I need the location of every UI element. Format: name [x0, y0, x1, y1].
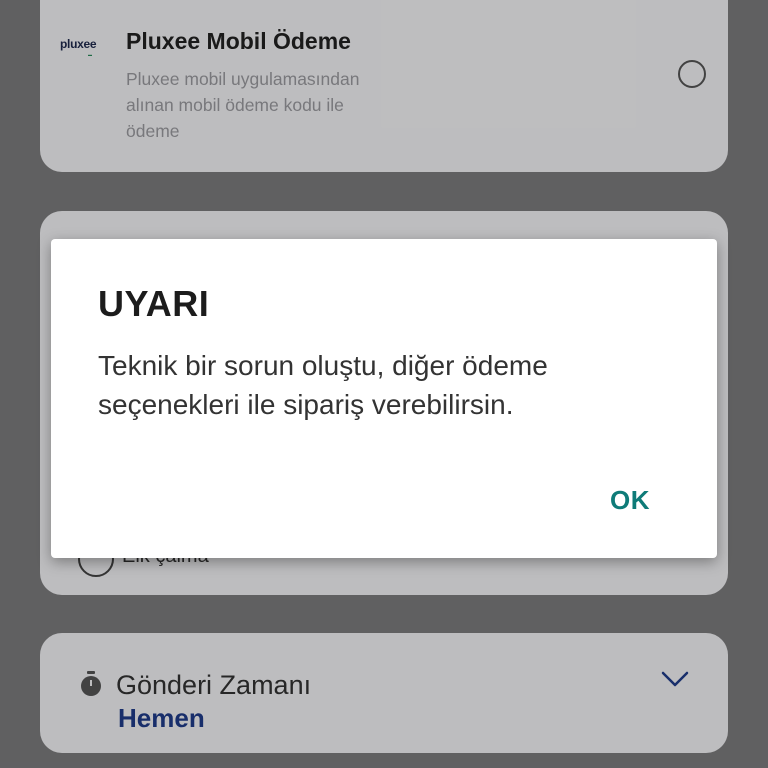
dialog-message: Teknik bir sorun oluştu, diğer ödeme seç… [98, 350, 548, 420]
ok-button[interactable]: OK [604, 481, 656, 520]
alert-dialog: UYARI Teknik bir sorun oluştu, diğer öde… [51, 239, 717, 558]
dialog-title: UYARI [98, 283, 210, 324]
